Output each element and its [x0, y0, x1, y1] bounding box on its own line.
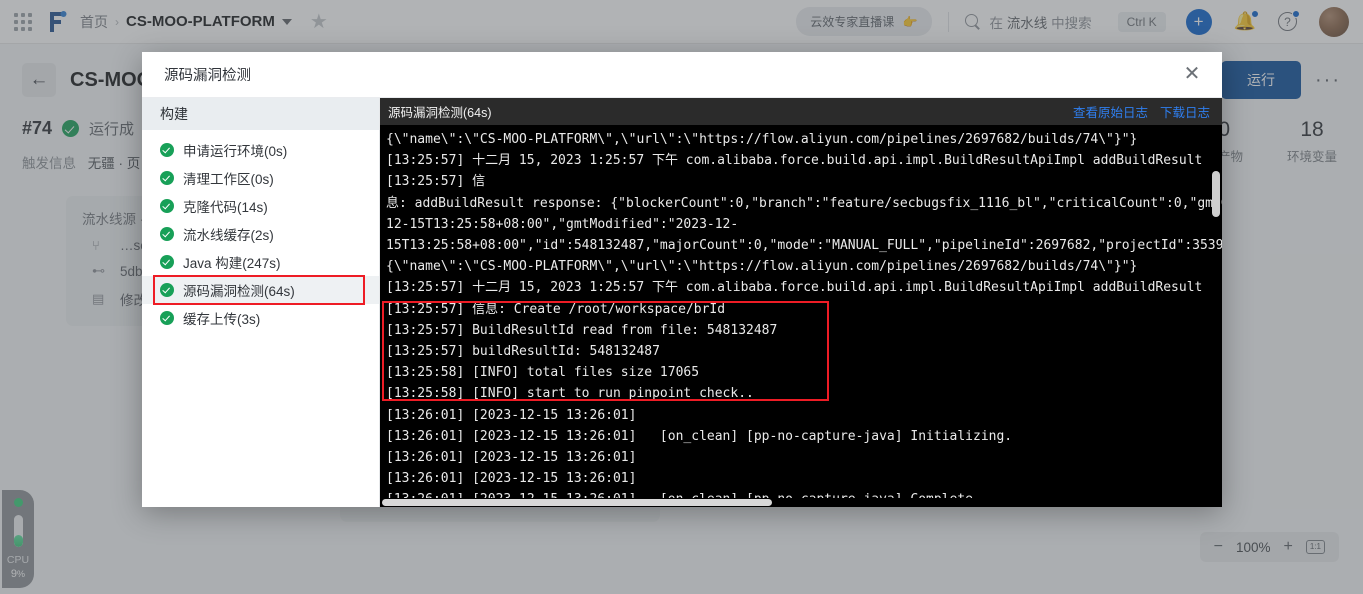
task-item-apply-env[interactable]: 申请运行环境(0s)	[142, 136, 379, 164]
log-console-pane: 源码漏洞检测(64s) 查看原始日志 下载日志 {\"name\":\"CS-M…	[380, 98, 1222, 507]
log-line: [13:25:58] [INFO] total files size 17065	[386, 365, 700, 381]
build-log-modal: 源码漏洞检测 ✕ 构建 申请运行环境(0s) 清理工作区(0s) 克隆代码(14…	[142, 52, 1222, 507]
log-line: [13:25:57] BuildResultId read from file:…	[386, 322, 778, 338]
scrollbar-thumb[interactable]	[1212, 171, 1220, 217]
log-line: [13:25:57] 信息: Create /root/workspace/br…	[386, 301, 726, 317]
task-item-clean-workspace[interactable]: 清理工作区(0s)	[142, 164, 379, 192]
console-horizontal-scrollbar[interactable]	[380, 498, 1222, 507]
console-header: 源码漏洞检测(64s) 查看原始日志 下载日志	[380, 98, 1222, 125]
success-check-icon	[160, 227, 174, 241]
task-item-cache-upload[interactable]: 缓存上传(3s)	[142, 304, 379, 332]
task-list: 申请运行环境(0s) 清理工作区(0s) 克隆代码(14s) 流水线缓存(2s)…	[142, 130, 379, 332]
task-pane-header: 构建	[142, 98, 379, 130]
success-check-icon	[160, 255, 174, 269]
task-item-label: 源码漏洞检测(64s)	[183, 284, 295, 299]
task-item-source-vuln-scan[interactable]: 源码漏洞检测(64s)	[142, 275, 379, 305]
console-header-title: 源码漏洞检测(64s)	[388, 106, 492, 120]
task-item-label: 流水线缓存(2s)	[183, 228, 274, 243]
log-line: [13:25:57] 信	[386, 174, 486, 190]
task-item-label: 清理工作区(0s)	[183, 172, 274, 187]
log-line: 息: addBuildResult response: {"blockerCou…	[386, 195, 1222, 211]
log-line: [13:25:58] [INFO] start to run pinpoint …	[386, 386, 754, 402]
log-line: [13:26:01] [2023-12-15 13:26:01] [on_cle…	[386, 489, 1222, 498]
log-line: [13:25:57] 十二月 15, 2023 1:25:57 下午 com.a…	[386, 153, 1203, 169]
task-list-pane: 构建 申请运行环境(0s) 清理工作区(0s) 克隆代码(14s) 流水线缓存(…	[142, 98, 380, 507]
modal-body: 构建 申请运行环境(0s) 清理工作区(0s) 克隆代码(14s) 流水线缓存(…	[142, 98, 1222, 507]
log-line: {\"name\":\"CS-MOO-PLATFORM\",\"url\":\"…	[386, 259, 1138, 275]
log-line: 15T13:25:58+08:00","id":548132487,"major…	[386, 238, 1222, 254]
view-raw-log-link[interactable]: 查看原始日志	[1073, 102, 1148, 121]
modal-header: 源码漏洞检测 ✕	[142, 52, 1222, 98]
log-line: [13:26:01] [2023-12-15 13:26:01] [on_cle…	[386, 428, 1013, 444]
success-check-icon	[160, 143, 174, 157]
log-line: {\"name\":\"CS-MOO-PLATFORM\",\"url\":\"…	[386, 132, 1138, 147]
success-check-icon	[160, 311, 174, 325]
task-item-pipeline-cache[interactable]: 流水线缓存(2s)	[142, 220, 379, 248]
success-check-icon	[160, 171, 174, 185]
log-line: [13:26:01] [2023-12-15 13:26:01]	[386, 471, 637, 487]
log-line: [13:25:57] 十二月 15, 2023 1:25:57 下午 com.a…	[386, 280, 1203, 296]
log-output-area[interactable]: {\"name\":\"CS-MOO-PLATFORM\",\"url\":\"…	[380, 125, 1222, 498]
task-item-clone-code[interactable]: 克隆代码(14s)	[142, 192, 379, 220]
download-log-link[interactable]: 下载日志	[1160, 102, 1210, 121]
success-check-icon	[160, 199, 174, 213]
task-item-label: 申请运行环境(0s)	[183, 144, 288, 159]
modal-title: 源码漏洞检测	[164, 68, 251, 84]
console-vertical-scrollbar[interactable]	[1212, 125, 1220, 498]
log-line: 12-15T13:25:58+08:00","gmtModified":"202…	[386, 216, 739, 232]
highlighted-log-block: [13:25:57] 信息: Create /root/workspace/br…	[382, 299, 829, 405]
log-line: [13:26:01] [2023-12-15 13:26:01]	[386, 407, 637, 423]
task-item-label: Java 构建(247s)	[183, 256, 281, 271]
log-line: [13:25:57] buildResultId: 548132487	[386, 344, 660, 360]
scrollbar-thumb[interactable]	[382, 499, 772, 506]
close-icon[interactable]: ✕	[1178, 61, 1206, 89]
success-check-icon	[160, 283, 174, 297]
task-item-label: 克隆代码(14s)	[183, 200, 268, 215]
task-item-java-build[interactable]: Java 构建(247s)	[142, 248, 379, 276]
log-line: [13:26:01] [2023-12-15 13:26:01]	[386, 450, 637, 466]
task-item-label: 缓存上传(3s)	[183, 312, 261, 327]
